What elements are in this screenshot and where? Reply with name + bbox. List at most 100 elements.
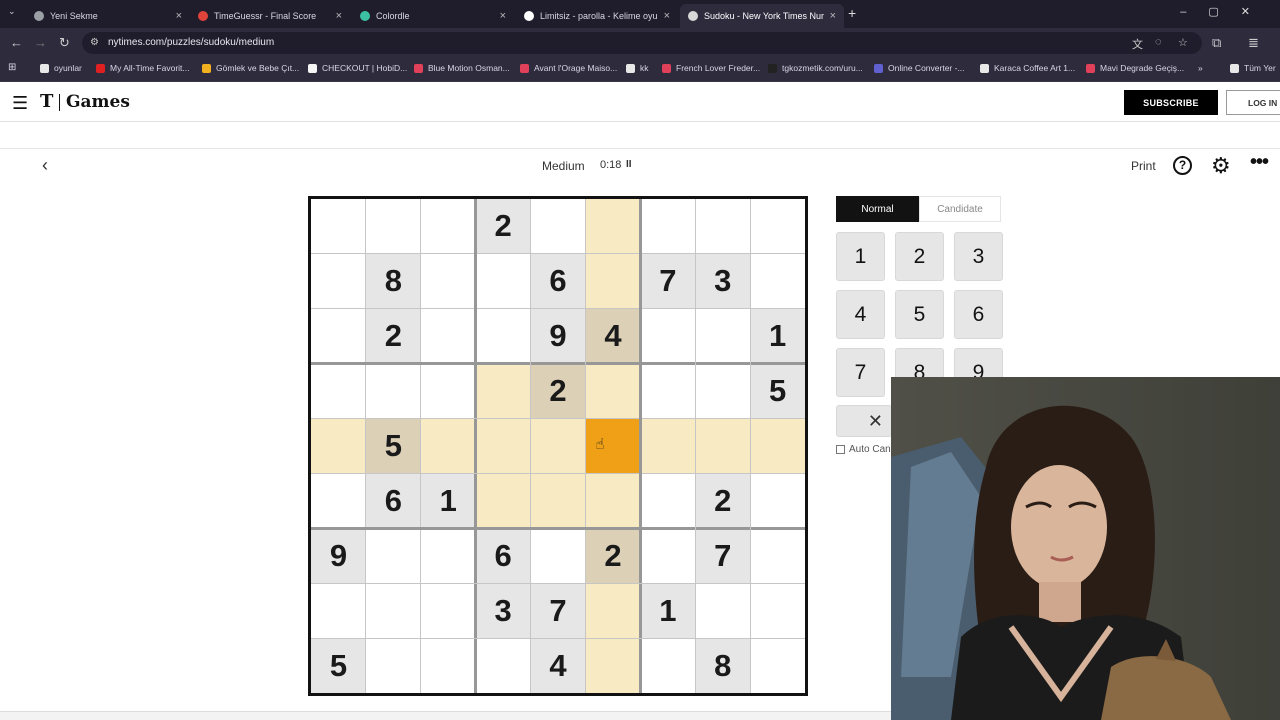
bookmark-star-icon[interactable]: ☆ — [1178, 36, 1188, 49]
sudoku-cell[interactable] — [366, 583, 421, 638]
sudoku-cell[interactable] — [366, 199, 421, 254]
sudoku-cell[interactable] — [421, 528, 476, 583]
sudoku-cell[interactable] — [530, 418, 586, 474]
sudoku-cell[interactable]: 3 — [475, 583, 531, 639]
sudoku-cell[interactable] — [366, 364, 421, 419]
number-key-5[interactable]: 5 — [895, 290, 944, 339]
sudoku-cell[interactable] — [750, 583, 805, 638]
omnibox[interactable]: ⚙ nytimes.com/puzzles/sudoku/medium 文 ◌ … — [82, 32, 1202, 54]
sudoku-cell[interactable] — [475, 363, 531, 419]
sudoku-cell[interactable]: 5 — [750, 363, 806, 419]
bookmark-item[interactable]: CHECKOUT | HobiD... — [308, 63, 407, 73]
browser-tab[interactable]: TimeGuessr - Final Score × — [190, 4, 350, 28]
games-wordmark[interactable]: Games — [66, 92, 130, 112]
hamburger-menu-icon[interactable]: ☰ — [12, 93, 28, 114]
sudoku-cell[interactable] — [585, 363, 641, 419]
site-info-icon[interactable]: ⚙ — [90, 37, 99, 48]
erase-button[interactable]: ✕ — [836, 405, 892, 437]
bookmark-item[interactable]: oyunlar — [40, 63, 82, 73]
tab-close-icon[interactable]: × — [830, 10, 836, 22]
sudoku-cell[interactable] — [695, 364, 750, 419]
browser-tab[interactable]: Limitsiz - parolla - Kelime oyun × — [516, 4, 678, 28]
sudoku-cell[interactable] — [750, 199, 805, 254]
sudoku-cell[interactable]: 8 — [695, 638, 751, 694]
browser-tab[interactable]: Sudoku - New York Times Num × — [680, 4, 844, 28]
bookmark-item[interactable]: Online Converter -... — [874, 63, 965, 73]
sudoku-cell[interactable] — [476, 638, 531, 693]
sudoku-cell[interactable] — [750, 528, 805, 583]
candidate-mode-tab[interactable]: Candidate — [919, 196, 1001, 222]
sudoku-cell[interactable]: 6 — [475, 528, 531, 584]
bookmark-item[interactable]: French Lover Freder... — [662, 63, 760, 73]
sudoku-cell[interactable] — [421, 199, 476, 254]
bookmark-item[interactable]: Gömlek ve Bebe Çıt... — [202, 63, 299, 73]
sudoku-cell[interactable]: 1 — [640, 583, 696, 639]
sudoku-cell[interactable] — [585, 418, 641, 474]
sidepanel-icon[interactable]: ≣ — [1248, 35, 1259, 51]
sudoku-cell[interactable] — [476, 309, 531, 364]
tab-close-icon[interactable]: × — [664, 10, 670, 22]
sudoku-cell[interactable]: 4 — [585, 308, 641, 364]
sudoku-cell[interactable] — [640, 364, 695, 419]
apps-grid-icon[interactable]: ⊞ — [8, 62, 16, 73]
bookmarks-overflow-icon[interactable]: » — [1198, 63, 1203, 73]
bookmark-item[interactable]: My All-Time Favorit... — [96, 63, 190, 73]
number-key-4[interactable]: 4 — [836, 290, 885, 339]
sudoku-cell[interactable] — [585, 199, 641, 254]
sudoku-cell[interactable] — [750, 254, 805, 309]
sudoku-cell[interactable] — [640, 418, 696, 474]
reload-icon[interactable]: ↻ — [59, 35, 70, 51]
back-chevron-icon[interactable]: ‹ — [42, 155, 48, 176]
sudoku-cell[interactable] — [750, 418, 806, 474]
sudoku-cell[interactable] — [311, 309, 366, 364]
sudoku-cell[interactable] — [311, 583, 366, 638]
sudoku-cell[interactable] — [475, 418, 531, 474]
sudoku-cell[interactable] — [640, 199, 695, 254]
sudoku-cell[interactable]: 9 — [311, 528, 366, 584]
sudoku-cell[interactable] — [531, 199, 586, 254]
sudoku-cell[interactable] — [475, 473, 531, 529]
bookmark-item[interactable]: Tüm Yer — [1230, 63, 1276, 73]
sudoku-cell[interactable]: 6 — [530, 253, 586, 309]
pause-icon[interactable]: II — [626, 159, 632, 170]
sudoku-cell[interactable] — [421, 254, 476, 309]
sudoku-cell[interactable] — [366, 638, 421, 693]
sudoku-cell[interactable]: 2 — [695, 473, 751, 529]
sudoku-cell[interactable] — [585, 638, 641, 694]
subscribe-button[interactable]: SUBSCRIBE — [1124, 90, 1218, 115]
sudoku-cell[interactable] — [695, 309, 750, 364]
sudoku-cell[interactable]: 5 — [311, 638, 366, 694]
sudoku-cell[interactable] — [311, 474, 366, 529]
browser-tab[interactable]: Yeni Sekme × — [26, 4, 190, 28]
help-icon[interactable]: ? — [1173, 156, 1192, 175]
sudoku-cell[interactable] — [695, 199, 750, 254]
bookmark-item[interactable]: Mavi Degrade Geçiş... — [1086, 63, 1184, 73]
sudoku-cell[interactable]: 7 — [695, 528, 751, 584]
sudoku-cell[interactable]: 1 — [420, 473, 476, 529]
sudoku-cell[interactable] — [695, 583, 750, 638]
gear-icon[interactable]: ⚙ — [1211, 153, 1231, 179]
sudoku-cell[interactable]: 1 — [750, 308, 806, 364]
window-controls[interactable]: –▢✕ — [1180, 5, 1272, 18]
normal-mode-tab[interactable]: Normal — [836, 196, 919, 222]
bookmark-item[interactable]: Avant l'Orage Maiso... — [520, 63, 617, 73]
sudoku-cell[interactable]: 9 — [530, 308, 586, 364]
number-key-1[interactable]: 1 — [836, 232, 885, 281]
number-key-3[interactable]: 3 — [954, 232, 1003, 281]
bookmark-item[interactable]: Blue Motion Osman... — [414, 63, 510, 73]
sudoku-cell[interactable] — [530, 473, 586, 529]
sudoku-cell[interactable]: 7 — [640, 253, 696, 309]
auto-candidate-toggle[interactable]: Auto Cand — [836, 444, 896, 455]
auto-candidate-checkbox[interactable] — [836, 445, 845, 454]
print-button[interactable]: Print — [1131, 159, 1156, 173]
tab-close-icon[interactable]: × — [500, 10, 506, 22]
number-key-6[interactable]: 6 — [954, 290, 1003, 339]
sudoku-cell[interactable] — [311, 254, 366, 309]
url-text[interactable]: nytimes.com/puzzles/sudoku/medium — [108, 37, 274, 48]
sudoku-cell[interactable]: 5 — [365, 418, 421, 474]
sudoku-cell[interactable] — [531, 528, 586, 583]
sudoku-cell[interactable] — [585, 473, 641, 529]
browser-tab[interactable]: Colordle × — [352, 4, 514, 28]
sudoku-cell[interactable] — [585, 583, 641, 639]
sudoku-cell[interactable] — [311, 418, 366, 474]
